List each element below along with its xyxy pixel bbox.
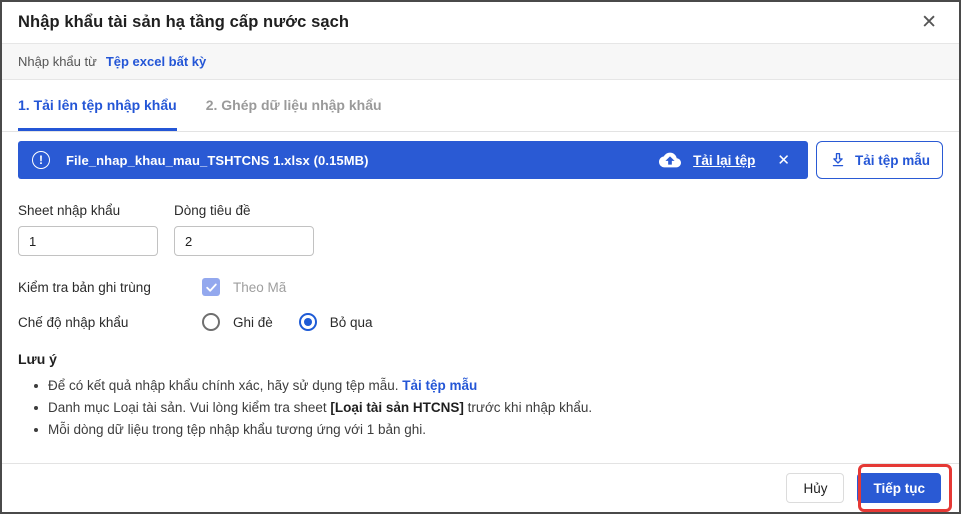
note-2-sheet-name: [Loại tài sản HTCNS] <box>330 400 464 415</box>
notes-title: Lưu ý <box>18 351 943 367</box>
note-download-template-link[interactable]: Tải tệp mẫu <box>402 378 477 393</box>
radio-option-overwrite[interactable]: Ghi đè <box>202 313 273 331</box>
overwrite-label: Ghi đè <box>233 315 273 330</box>
note-2-prefix: Danh mục Loại tài sản. Vui lòng kiểm tra… <box>48 400 330 415</box>
dialog-title: Nhập khẩu tài sản hạ tầng cấp nước sạch <box>18 13 349 32</box>
uploaded-file-name: File_nhap_khau_mau_TSHTCNS 1.xlsx (0.15M… <box>66 153 369 168</box>
any-excel-file-link[interactable]: Tệp excel bất kỳ <box>106 54 206 69</box>
dialog-header: Nhập khẩu tài sản hạ tầng cấp nước sạch … <box>2 2 959 44</box>
continue-button[interactable]: Tiếp tục <box>857 473 941 503</box>
sheet-input[interactable] <box>18 226 158 256</box>
note-item-template: Để có kết quả nhập khẩu chính xác, hãy s… <box>18 375 943 397</box>
import-source-row: Nhập khẩu từ Tệp excel bất kỳ <box>2 44 959 80</box>
checkmark-icon <box>205 281 218 294</box>
tab-upload-file[interactable]: 1. Tải lên tệp nhập khẩu <box>18 80 177 131</box>
radio-option-skip[interactable]: Bỏ qua <box>299 313 373 331</box>
file-row: ! File_nhap_khau_mau_TSHTCNS 1.xlsx (0.1… <box>18 141 943 179</box>
import-mode-row: Chế độ nhập khẩu Ghi đè Bỏ qua <box>18 313 943 331</box>
dialog-body: ! File_nhap_khau_mau_TSHTCNS 1.xlsx (0.1… <box>2 141 959 441</box>
radio-selected-icon[interactable] <box>299 313 317 331</box>
header-row-input[interactable] <box>174 226 314 256</box>
note-2-suffix: trước khi nhập khẩu. <box>464 400 592 415</box>
note-item-rows: Mỗi dòng dữ liệu trong tệp nhập khẩu tươ… <box>18 419 943 441</box>
duplicate-check-option-label: Theo Mã <box>233 280 286 295</box>
notes-list: Để có kết quả nhập khẩu chính xác, hãy s… <box>18 375 943 441</box>
cancel-button[interactable]: Hủy <box>786 473 844 503</box>
import-from-label: Nhập khẩu từ <box>18 54 97 69</box>
import-dialog: Nhập khẩu tài sản hạ tầng cấp nước sạch … <box>0 0 961 514</box>
tab-map-data[interactable]: 2. Ghép dữ liệu nhập khẩu <box>206 80 382 131</box>
duplicate-check-row: Kiểm tra bản ghi trùng Theo Mã <box>18 278 943 296</box>
close-icon[interactable]: ✕ <box>917 11 941 34</box>
info-icon: ! <box>32 151 50 169</box>
cloud-upload-icon[interactable] <box>659 149 681 171</box>
sheet-label: Sheet nhập khẩu <box>18 203 158 218</box>
radio-unselected-icon[interactable] <box>202 313 220 331</box>
skip-label: Bỏ qua <box>330 315 373 330</box>
reload-file-link[interactable]: Tải lại tệp <box>693 153 755 168</box>
wizard-tabs: 1. Tải lên tệp nhập khẩu 2. Ghép dữ liệu… <box>2 80 959 132</box>
fields-row: Sheet nhập khẩu Dòng tiêu đề <box>18 203 943 256</box>
header-row-label: Dòng tiêu đề <box>174 203 314 218</box>
note-item-category: Danh mục Loại tài sản. Vui lòng kiểm tra… <box>18 397 943 419</box>
sheet-field: Sheet nhập khẩu <box>18 203 158 256</box>
uploaded-file-bar: ! File_nhap_khau_mau_TSHTCNS 1.xlsx (0.1… <box>18 141 808 179</box>
duplicate-check-label: Kiểm tra bản ghi trùng <box>18 280 202 295</box>
checked-checkbox[interactable] <box>202 278 220 296</box>
remove-file-icon[interactable]: ✕ <box>777 151 790 169</box>
download-template-button[interactable]: Tải tệp mẫu <box>816 141 943 179</box>
dialog-footer: Hủy Tiếp tục <box>2 463 959 512</box>
note-1-text: Để có kết quả nhập khẩu chính xác, hãy s… <box>48 378 402 393</box>
import-mode-label: Chế độ nhập khẩu <box>18 315 202 330</box>
header-row-field: Dòng tiêu đề <box>174 203 314 256</box>
note-3-text: Mỗi dòng dữ liệu trong tệp nhập khẩu tươ… <box>48 422 426 437</box>
download-template-label: Tải tệp mẫu <box>855 153 930 168</box>
download-icon <box>829 151 847 169</box>
